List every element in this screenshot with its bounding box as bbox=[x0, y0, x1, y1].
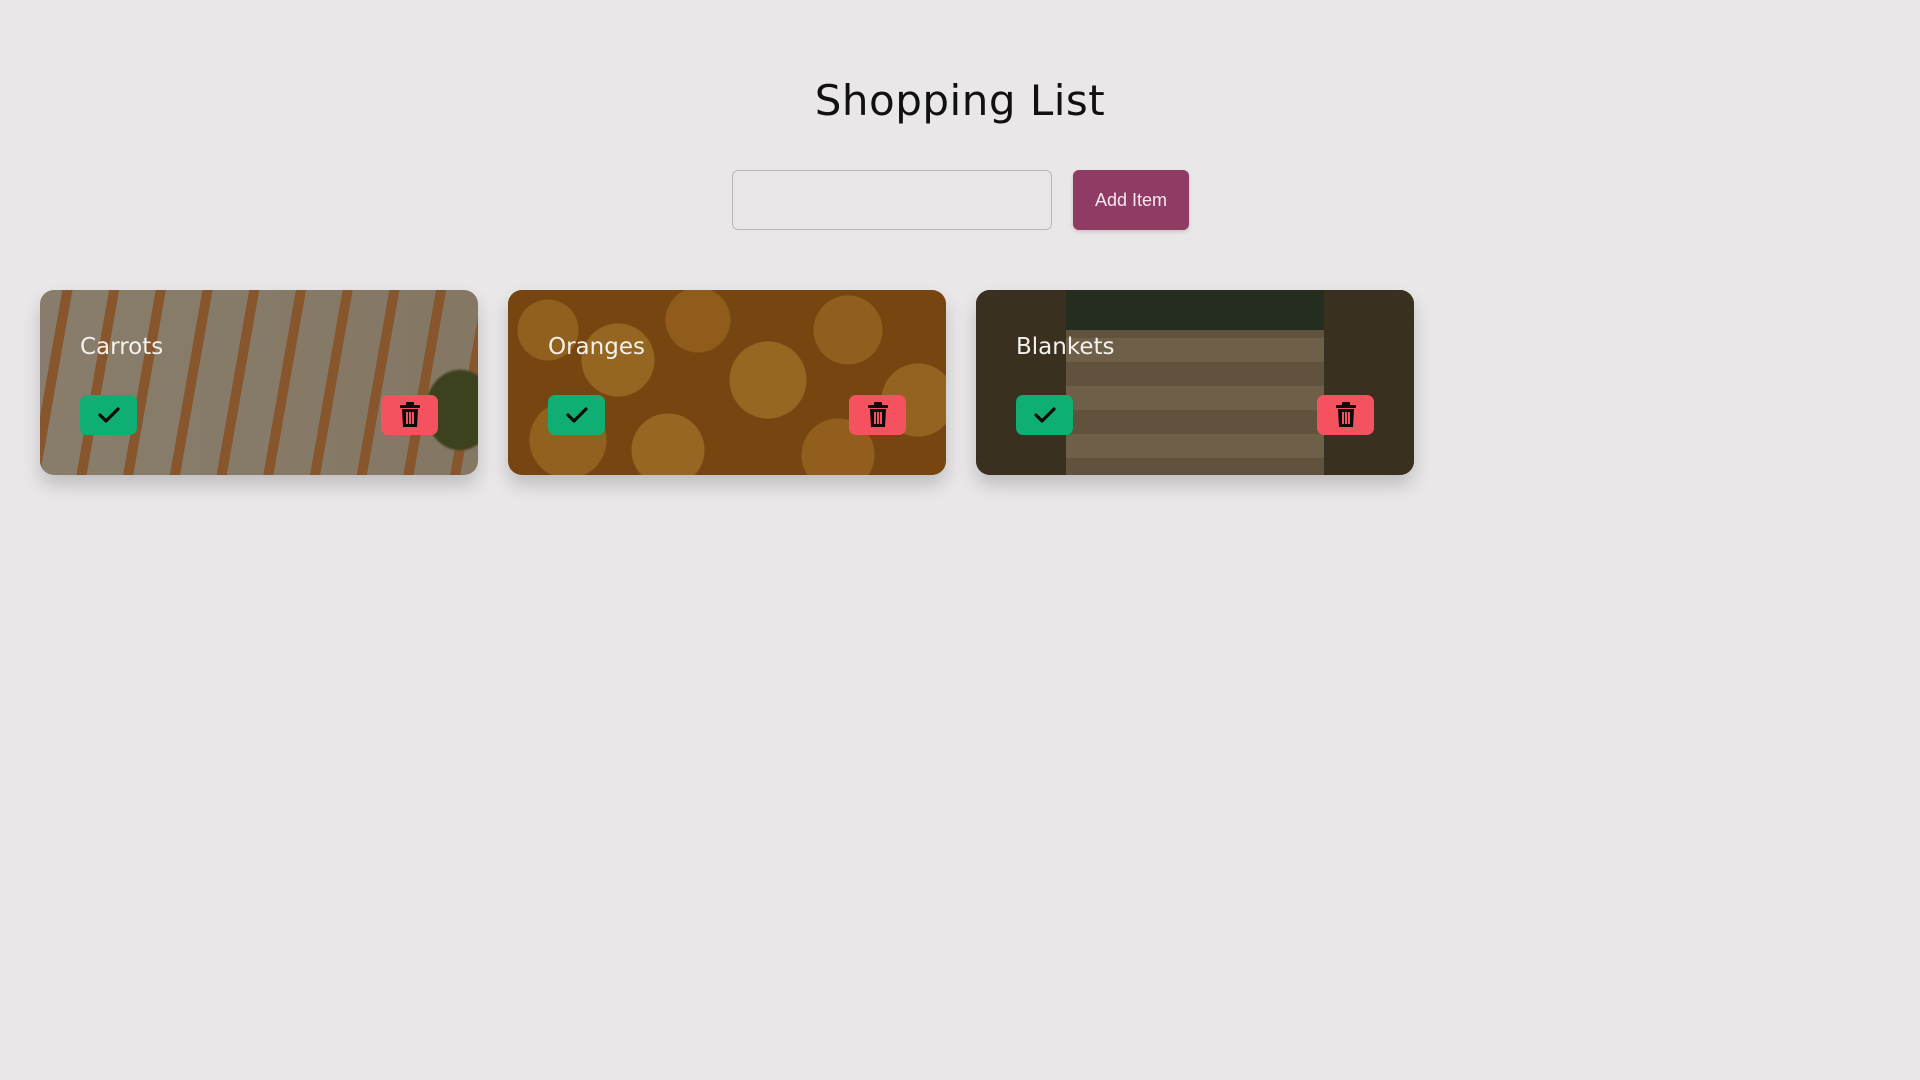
card-overlay bbox=[976, 290, 1414, 475]
complete-button[interactable] bbox=[1016, 395, 1073, 435]
card-overlay bbox=[40, 290, 478, 475]
add-item-button[interactable]: Add Item bbox=[1073, 170, 1189, 230]
complete-button[interactable] bbox=[548, 395, 605, 435]
item-name: Blankets bbox=[1016, 334, 1115, 360]
item-card-blankets: Blankets bbox=[976, 290, 1414, 475]
item-card-carrots: Carrots bbox=[40, 290, 478, 475]
trash-icon bbox=[1335, 402, 1356, 427]
check-icon bbox=[565, 407, 588, 423]
delete-button[interactable] bbox=[849, 395, 906, 435]
item-input[interactable] bbox=[732, 170, 1052, 230]
item-card-oranges: Oranges bbox=[508, 290, 946, 475]
delete-button[interactable] bbox=[1317, 395, 1374, 435]
card-overlay bbox=[508, 290, 946, 475]
check-icon bbox=[1033, 407, 1056, 423]
complete-button[interactable] bbox=[80, 395, 137, 435]
page-title: Shopping List bbox=[814, 76, 1106, 125]
item-name: Carrots bbox=[80, 334, 164, 360]
trash-icon bbox=[399, 402, 420, 427]
delete-button[interactable] bbox=[381, 395, 438, 435]
item-name: Oranges bbox=[548, 334, 645, 360]
trash-icon bbox=[867, 402, 888, 427]
check-icon bbox=[97, 407, 120, 423]
add-item-form: Add Item bbox=[732, 170, 1189, 230]
